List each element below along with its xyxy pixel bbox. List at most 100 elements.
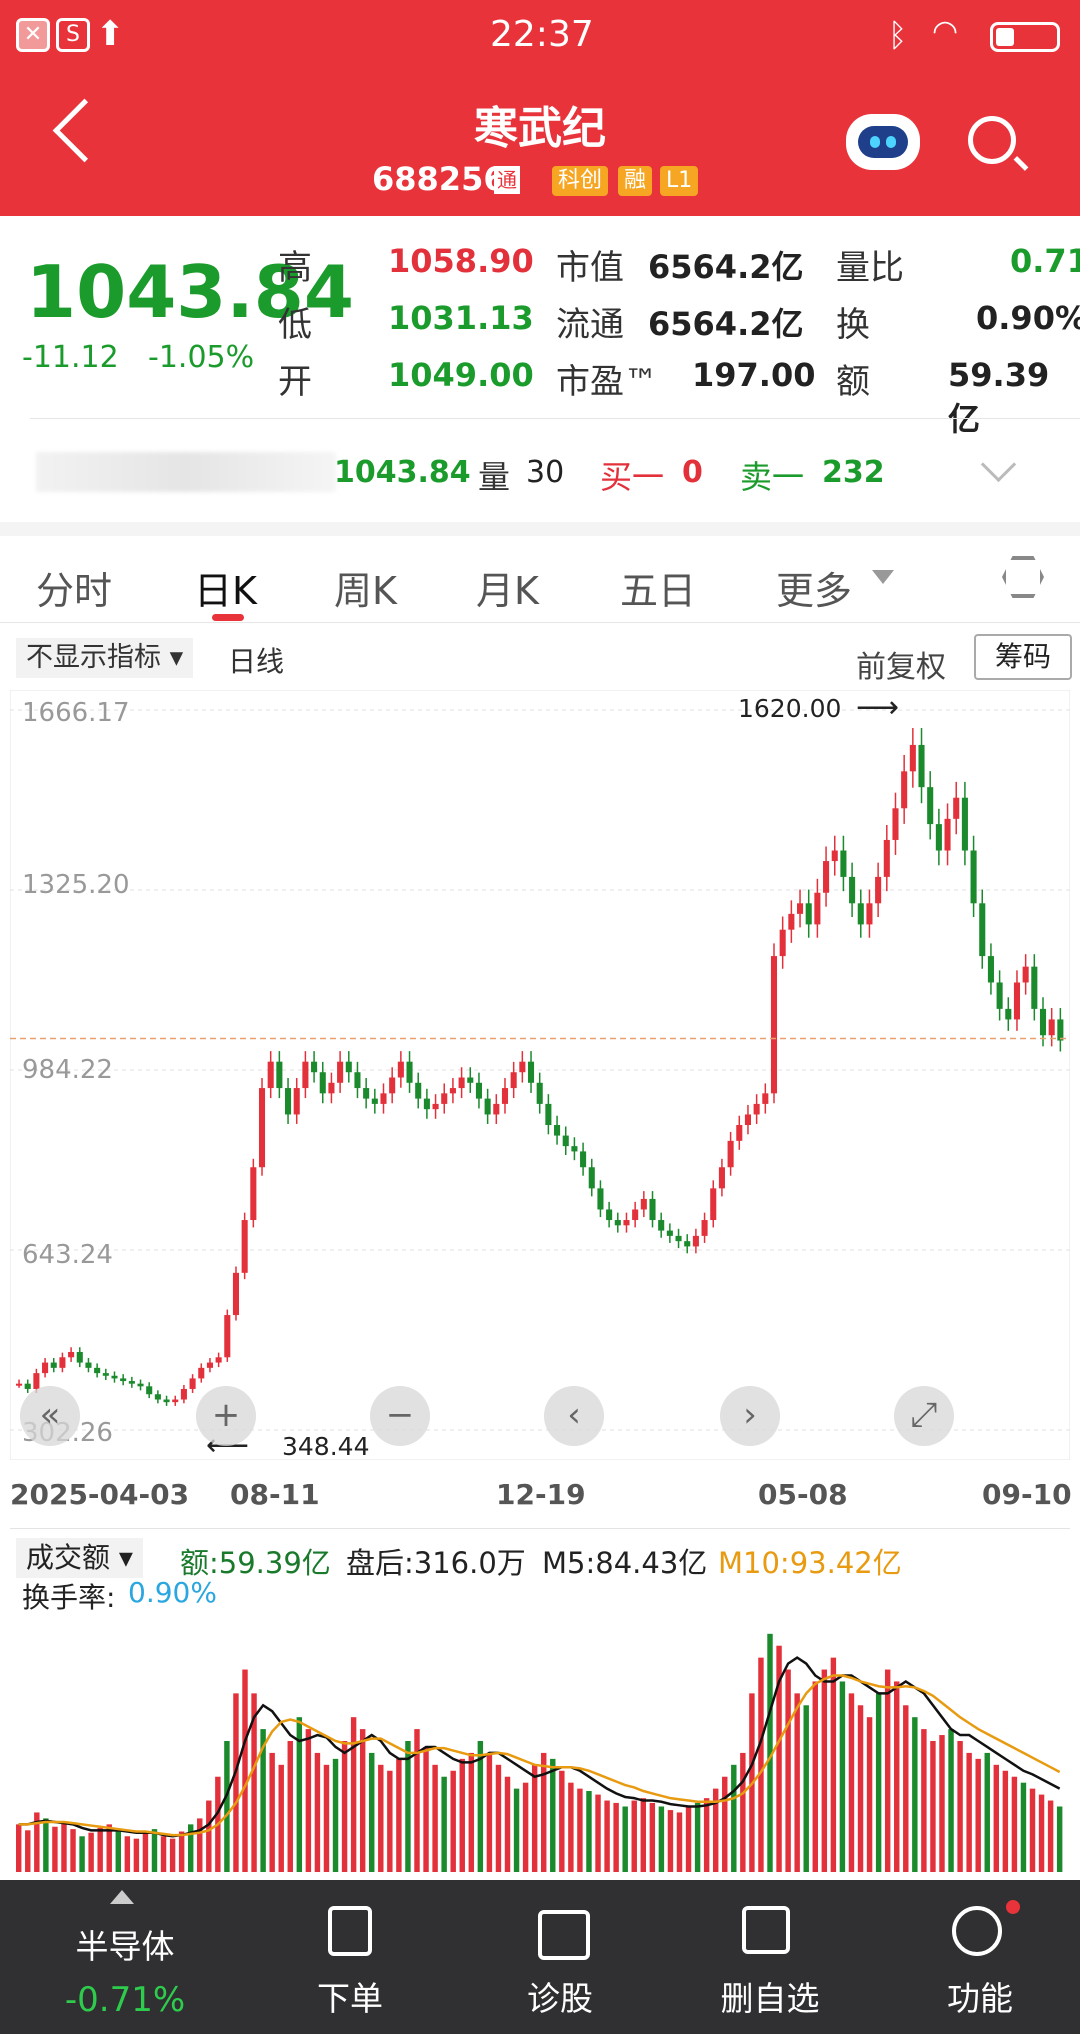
candle <box>59 1357 66 1368</box>
tab-weekly-k[interactable]: 周K <box>334 560 397 615</box>
high-label: 高 <box>278 248 312 288</box>
chip-distribution-button[interactable]: 筹码 <box>974 634 1072 680</box>
candle <box>371 1098 378 1104</box>
diagnose-icon[interactable] <box>538 1910 590 1960</box>
volume-bar <box>903 1705 909 1872</box>
volume-bar <box>966 1752 972 1872</box>
candle <box>692 1235 699 1247</box>
candle <box>137 1383 144 1387</box>
kline-chart[interactable] <box>10 690 1070 1460</box>
zoom-out-icon[interactable]: − <box>370 1386 430 1446</box>
volume-bar <box>884 1669 891 1872</box>
candle <box>597 1188 604 1210</box>
sector-name[interactable]: 半导体 <box>40 1920 210 1968</box>
scroll-left-icon[interactable]: ‹ <box>544 1386 604 1446</box>
function-button[interactable]: 功能 <box>920 1972 1040 2020</box>
amount-value: 59.39亿 <box>948 356 1050 438</box>
y-tick-2: 1325.20 <box>22 870 130 900</box>
volume-bar <box>323 1764 330 1872</box>
candle <box>311 1061 318 1073</box>
tab-more[interactable]: 更多 <box>776 560 852 615</box>
zoom-in-icon[interactable]: + <box>196 1386 256 1446</box>
volume-bar <box>160 1836 167 1872</box>
volume-bar <box>522 1782 529 1872</box>
volume-indicator-label: 成交额 <box>26 1541 111 1574</box>
pe-label: 市盈™ <box>556 362 658 402</box>
volume-bar <box>550 1758 556 1872</box>
fullscreen-icon[interactable]: ⤢ <box>894 1386 954 1446</box>
search-icon[interactable] <box>968 116 1016 164</box>
ask1-label: 卖一 <box>740 458 805 496</box>
volume-bar <box>70 1829 76 1872</box>
remove-watchlist-button[interactable]: 删自选 <box>700 1972 840 2020</box>
candle <box>293 1088 300 1115</box>
low-label: 低 <box>278 305 312 345</box>
tick-price: 1043.84 <box>334 455 471 490</box>
candle <box>458 1077 465 1089</box>
tab-monthly-k[interactable]: 月K <box>476 560 539 615</box>
candle <box>554 1125 561 1136</box>
price-adjust-toggle[interactable]: 前复权 <box>856 642 946 686</box>
candle <box>432 1103 439 1110</box>
order-button[interactable]: 下单 <box>290 1972 410 2020</box>
volume-bar <box>16 1824 22 1872</box>
volume-bar <box>269 1752 275 1872</box>
candle <box>779 929 786 957</box>
volume-bar <box>839 1681 846 1872</box>
y-tick-1: 1666.17 <box>22 698 130 728</box>
volume-bar <box>857 1705 864 1872</box>
indicator-dropdown[interactable]: 不显示指标 ▾ <box>16 638 194 678</box>
candle <box>970 850 977 904</box>
settings-icon[interactable] <box>1002 556 1044 598</box>
diagnose-button[interactable]: 诊股 <box>500 1972 620 2020</box>
volume-bar <box>830 1657 837 1872</box>
candle <box>935 824 942 851</box>
candle <box>953 797 960 819</box>
menu-icon[interactable] <box>952 1906 1002 1956</box>
volume-bar <box>604 1800 610 1872</box>
volume-bar <box>676 1812 683 1872</box>
remove-watchlist-icon[interactable] <box>742 1906 790 1954</box>
order-icon[interactable] <box>328 1906 372 1956</box>
candle <box>918 744 925 788</box>
volume-indicator-dropdown[interactable]: 成交额 ▾ <box>16 1538 143 1578</box>
candle <box>823 861 830 893</box>
blurred-label <box>36 452 336 492</box>
tab-five-day[interactable]: 五日 <box>620 560 696 615</box>
app-notification-icon: ✕ <box>16 18 50 52</box>
tab-intraday[interactable]: 分时 <box>36 560 112 615</box>
candle <box>276 1061 283 1089</box>
x-tick-2: 08-11 <box>230 1478 320 1511</box>
volume-bar <box>875 1693 882 1872</box>
volume-bar <box>1020 1782 1027 1872</box>
chevron-down-icon[interactable] <box>980 446 1017 483</box>
volume-bar <box>957 1741 963 1872</box>
ai-assistant-icon[interactable] <box>846 114 920 170</box>
pe-value: 197.00 <box>692 356 816 394</box>
volume-bar <box>350 1717 357 1872</box>
volume-bar <box>486 1752 493 1872</box>
connect-tag: 通 <box>494 166 520 194</box>
tab-daily-k[interactable]: 日K <box>194 560 257 615</box>
s-app-icon: S <box>56 18 90 52</box>
candle <box>606 1209 613 1221</box>
volume-bar <box>224 1741 230 1872</box>
expand-up-icon[interactable] <box>110 1890 134 1904</box>
candle <box>927 787 934 825</box>
volume-bar <box>541 1752 547 1872</box>
volume-bar <box>197 1818 203 1872</box>
candle <box>363 1088 370 1099</box>
scroll-right-icon[interactable]: › <box>720 1386 780 1446</box>
rewind-icon[interactable]: « <box>20 1386 80 1446</box>
open-value: 1049.00 <box>388 356 534 394</box>
candle <box>285 1088 292 1115</box>
candle <box>50 1362 57 1368</box>
candle <box>666 1230 673 1236</box>
section-gap <box>0 522 1080 536</box>
bluetooth-icon: ᛒ <box>888 16 908 54</box>
candle <box>85 1362 92 1368</box>
volume-bar <box>921 1729 927 1872</box>
volume-bar <box>332 1758 339 1872</box>
upload-icon: ⬆ <box>96 14 125 54</box>
x-tick-5: 09-10 <box>982 1478 1072 1511</box>
